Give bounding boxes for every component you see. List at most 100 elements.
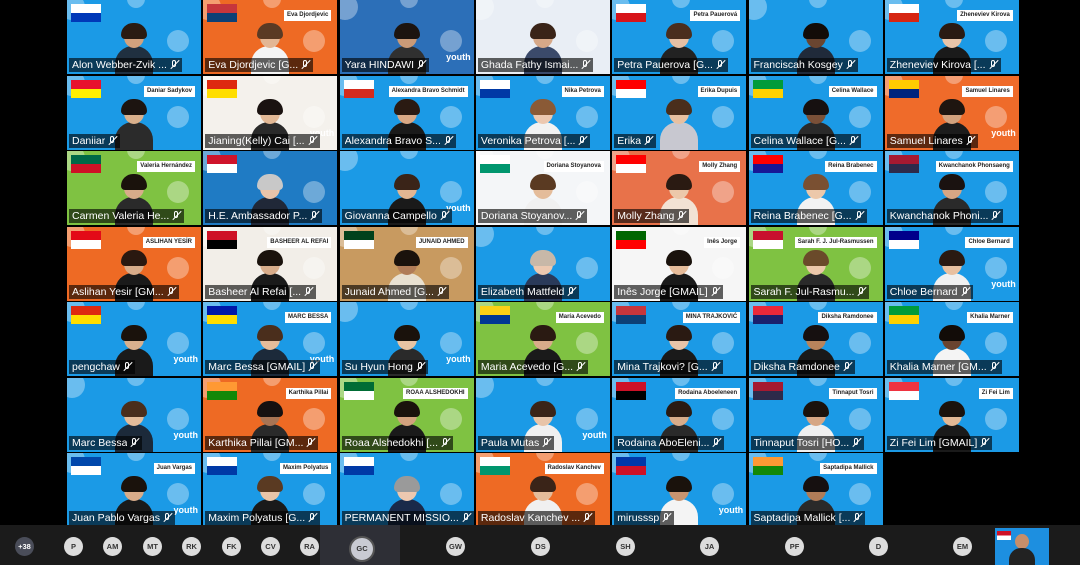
muted-mic-icon: [576, 362, 585, 372]
participant-avatar-chip[interactable]: CV: [261, 537, 280, 556]
muted-mic-icon: [966, 135, 975, 146]
participant-tile[interactable]: Ghada Fathy Ismai...: [475, 0, 610, 74]
background-decoration: [575, 483, 598, 505]
participant-tile[interactable]: youth Jianing(Kelly) Cai [...: [203, 75, 338, 150]
participant-tile[interactable]: Kwanchanok Phonsaeng Kwanchanok Phoni...: [884, 151, 1019, 225]
name-placard: Eva Djordjevic: [283, 10, 332, 21]
participant-name-label: Zi Fei Lim [GMAIL]: [886, 435, 993, 450]
flag-icon: [479, 457, 510, 475]
youth-logo: youth: [173, 505, 199, 515]
participant-tile[interactable]: ASLIHAN YESİR Aslihan Yesir [GM...: [67, 226, 201, 301]
participant-avatar-chip[interactable]: P: [64, 537, 83, 556]
participant-tile[interactable]: Zheneviev Kirova Zheneviev Kirova [...: [884, 0, 1019, 74]
muted-mic-icon: [444, 135, 453, 146]
background-decoration: [439, 30, 462, 52]
participant-tile[interactable]: María Acevedo Maria Acevedo [G...: [475, 302, 610, 376]
participant-tile[interactable]: MINA TRAJKOVIĆ Mina Trajkovi? [G...: [612, 302, 747, 376]
background-decoration: [984, 256, 1007, 279]
participant-tile[interactable]: Alon Webber-Zvik ...: [67, 0, 201, 74]
participant-avatar-chip[interactable]: SH: [616, 537, 635, 556]
background-decoration: [263, 302, 282, 310]
muted-mic-icon: [567, 286, 576, 297]
participant-avatar-chip[interactable]: AM: [103, 537, 122, 556]
youth-logo: youth: [991, 127, 1016, 138]
flag-icon: [752, 306, 783, 324]
participant-tile[interactable]: youth Marc Bessa: [67, 377, 201, 452]
self-view-thumbnail[interactable]: [995, 528, 1049, 565]
participant-tile[interactable]: Sarah F. J. Jul-Rasmussen Sarah F. Jul-Ra…: [748, 226, 883, 301]
participant-avatar-chip[interactable]: GW: [446, 537, 465, 556]
participant-tile[interactable]: JUNAID AHMED Junaid Ahmed [G...: [339, 226, 474, 301]
active-speaker-highlight: GC: [320, 525, 400, 565]
active-speaker-avatar[interactable]: GC: [349, 536, 375, 562]
participant-name-label: Aslihan Yesir [GM...: [69, 284, 179, 299]
participant-tile[interactable]: youth Su Hyun Hong: [339, 302, 474, 376]
participant-name-label: Celina Wallace [G...: [750, 133, 861, 148]
background-decoration: [712, 30, 735, 52]
participant-tile[interactable]: ROAA ALSHEDOKHI Roaa Alshedokhi [...: [339, 377, 474, 452]
participant-tile[interactable]: PERMANENT MISSIO...: [339, 453, 474, 527]
participant-avatar-chip[interactable]: D: [869, 537, 888, 556]
participant-tile[interactable]: Samuel Linares youth Samuel Linares: [884, 75, 1019, 150]
participant-tile[interactable]: Zi Fei Lim Zi Fei Lim [GMAIL]: [884, 377, 1019, 452]
background-decoration: [475, 377, 494, 398]
participant-tile[interactable]: Juan Vargas youth Juan Pablo Vargas: [67, 453, 201, 527]
participant-name-label: Ghada Fathy Ismai...: [477, 58, 594, 72]
participant-tile[interactable]: Saptadipa Mallick Saptadipa Mallick [...: [748, 453, 883, 527]
participant-name: Celina Wallace [G...: [753, 134, 846, 147]
background-decoration: [127, 151, 145, 159]
participant-avatar-chip[interactable]: JA: [700, 537, 719, 556]
participant-avatar-chip[interactable]: DS: [531, 537, 550, 556]
participant-tile[interactable]: Petra Pauerová Petra Pauerova [G...: [612, 0, 747, 74]
participant-avatar-chip[interactable]: FK: [222, 537, 241, 556]
muted-mic-icon: [990, 362, 999, 372]
participant-tile[interactable]: Valeria Hernández Carmen Valeria He...: [67, 151, 201, 225]
background-decoration: [984, 181, 1007, 203]
participant-tile[interactable]: Chloe Bernard youth Chloe Bernard: [884, 226, 1019, 301]
participant-tile[interactable]: Alexandra Bravo Schmidt Alexandra Bravo S…: [339, 75, 474, 150]
participant-tile[interactable]: MARC BESSA youth Marc Bessa [GMAIL]: [203, 302, 338, 376]
background-decoration: [127, 453, 145, 461]
participant-tile[interactable]: Diksha Ramdonee Diksha Ramdonee: [748, 302, 883, 376]
participant-tile[interactable]: Karthika Pillai Karthika Pillai [GM...: [203, 377, 338, 452]
participant-tile[interactable]: Doriana Stoyanova Doriana Stoyanov...: [475, 151, 610, 225]
name-placard: Zheneviev Kirova: [957, 10, 1013, 21]
participant-tile[interactable]: Elizabeth Mattfeld: [475, 226, 610, 301]
participant-tile[interactable]: youth Paula Mutas: [475, 377, 610, 452]
participant-tile[interactable]: youth pengchaw: [67, 302, 201, 376]
participant-tile[interactable]: H.E. Ambassador P...: [203, 151, 338, 225]
participant-tile[interactable]: Tinnaput Tosri Tinnaput Tosri [HO...: [748, 377, 883, 452]
participant-tile[interactable]: Rodaina Aboeleneen Rodaina AboEleni...: [612, 377, 747, 452]
participant-tile[interactable]: Khalia Marner Khalia Marner [GM...: [884, 302, 1019, 376]
participant-avatar-chip[interactable]: MT: [143, 537, 162, 556]
name-placard: Daniar Sadykov: [143, 85, 195, 97]
participant-name-label: Chloe Bernard: [886, 284, 973, 299]
participant-name-label: Khalia Marner [GM...: [886, 360, 1002, 374]
more-participants-button[interactable]: +38: [15, 537, 34, 556]
flag-icon: [343, 230, 374, 249]
participant-avatar-chip[interactable]: EM: [953, 537, 972, 556]
participant-tile[interactable]: Molly Zhang Molly Zhang: [612, 151, 747, 225]
participant-tile[interactable]: Daniar Sadykov Daniiar: [67, 75, 201, 150]
participant-tile[interactable]: Reina Brabenec Reina Brabenec [G...: [748, 151, 883, 225]
participant-tile[interactable]: Erika Dupuis Erika: [612, 75, 747, 150]
youth-logo: youth: [446, 52, 471, 62]
participant-tile[interactable]: Celina Wallace Celina Wallace [G...: [748, 75, 883, 150]
participant-tile[interactable]: Eva Djordjevic Eva Djordjevic [G...: [203, 0, 338, 74]
participant-tile[interactable]: Radoslav Kanchev Radoslav Kanchev ...: [475, 453, 610, 527]
participant-tile[interactable]: Franciscah Kosgey: [748, 0, 883, 74]
participant-tile[interactable]: youth mirusssp: [612, 453, 747, 527]
participant-tile[interactable]: BASHEER AL REFAI Basheer Al Refai [...: [203, 226, 338, 301]
participant-tile[interactable]: youth Yara HINDAWI: [339, 0, 474, 74]
participant-tile[interactable]: Nika Petrova Veronika Petrova [...: [475, 75, 610, 150]
participant-avatar-chip[interactable]: RK: [182, 537, 201, 556]
participant-tile[interactable]: youth Giovanna Campello: [339, 151, 474, 225]
participant-avatar-chip[interactable]: PF: [785, 537, 804, 556]
flag-icon: [71, 306, 101, 324]
participant-tile[interactable]: Inês Jorge Inês Jorge [GMAIL]: [612, 226, 747, 301]
background-decoration: [167, 30, 189, 52]
muted-mic-icon: [644, 135, 653, 146]
muted-mic-icon: [301, 60, 310, 70]
participant-tile[interactable]: Maxim Polyatus Maxim Polyatus [G...: [203, 453, 338, 527]
participant-avatar-chip[interactable]: RA: [300, 537, 319, 556]
